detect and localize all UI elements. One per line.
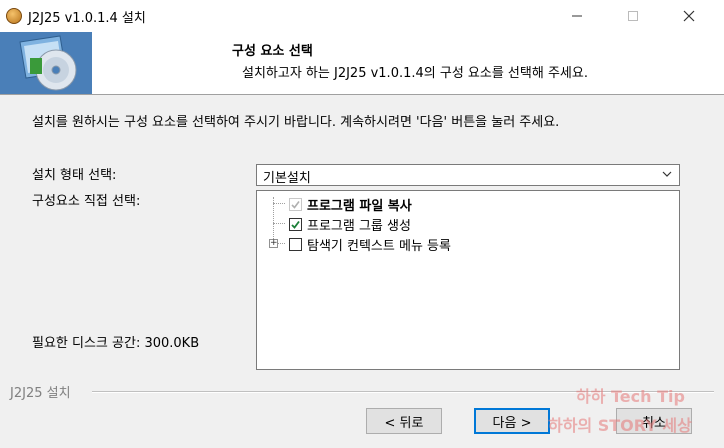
- check-icon: [291, 200, 300, 209]
- component-label: 프로그램 파일 복사: [307, 198, 412, 214]
- minimize-icon: [572, 15, 582, 17]
- close-button[interactable]: [666, 0, 712, 32]
- installer-graphic-icon: [0, 32, 92, 94]
- page-title: 구성 요소 선택: [232, 44, 313, 59]
- wizard-header: 구성 요소 선택 설치하고자 하는 J2J25 v1.0.1.4의 구성 요소를…: [0, 32, 724, 95]
- minimize-button[interactable]: [554, 0, 600, 32]
- tree-connector: [273, 203, 285, 204]
- component-item[interactable]: 탐색기 컨텍스트 메뉴 등록: [289, 235, 451, 254]
- disk-space-label: 필요한 디스크 공간: 300.0KB: [32, 336, 200, 351]
- tree-connector: [273, 223, 285, 224]
- window-title: J2J25 v1.0.1.4 설치: [28, 11, 146, 26]
- watermark-line2: 하하의 STORY 세상: [548, 416, 692, 435]
- instruction-text: 설치를 원하시는 구성 요소를 선택하여 주시기 바랍니다. 계속하시려면 '다…: [32, 115, 560, 130]
- app-icon: [6, 8, 22, 24]
- component-item[interactable]: 프로그램 파일 복사: [289, 195, 412, 214]
- maximize-button[interactable]: [610, 0, 656, 32]
- chevron-down-icon: [661, 168, 673, 184]
- component-item[interactable]: 프로그램 그룹 생성: [289, 215, 411, 234]
- install-type-select[interactable]: 기본설치: [256, 164, 680, 186]
- checkbox-checked[interactable]: [289, 217, 302, 231]
- maximize-icon: [628, 11, 638, 21]
- checkbox-checked-disabled[interactable]: [289, 197, 302, 211]
- component-label: 프로그램 그룹 생성: [307, 218, 411, 234]
- checkbox-unchecked[interactable]: [289, 237, 302, 251]
- tree-connector: [277, 243, 285, 244]
- close-icon: [683, 10, 695, 22]
- page-subtitle: 설치하고자 하는 J2J25 v1.0.1.4의 구성 요소를 선택해 주세요.: [242, 66, 588, 81]
- install-type-value: 기본설치: [263, 171, 311, 186]
- title-bar: J2J25 v1.0.1.4 설치: [0, 0, 724, 32]
- components-tree[interactable]: 프로그램 파일 복사 프로그램 그룹 생성 + 탐색기 컨텍스트 메뉴 등록: [256, 190, 680, 370]
- check-icon: [291, 220, 300, 229]
- expand-plus-icon[interactable]: +: [269, 239, 278, 248]
- install-type-label: 설치 형태 선택:: [32, 168, 117, 183]
- back-button[interactable]: < 뒤로: [366, 408, 442, 434]
- next-button[interactable]: 다음 >: [474, 408, 550, 434]
- component-label: 탐색기 컨텍스트 메뉴 등록: [307, 238, 451, 254]
- installer-brand: J2J25 설치: [10, 386, 71, 401]
- components-label: 구성요소 직접 선택:: [32, 194, 141, 209]
- watermark-line1: 하하 Tech Tip: [576, 387, 685, 406]
